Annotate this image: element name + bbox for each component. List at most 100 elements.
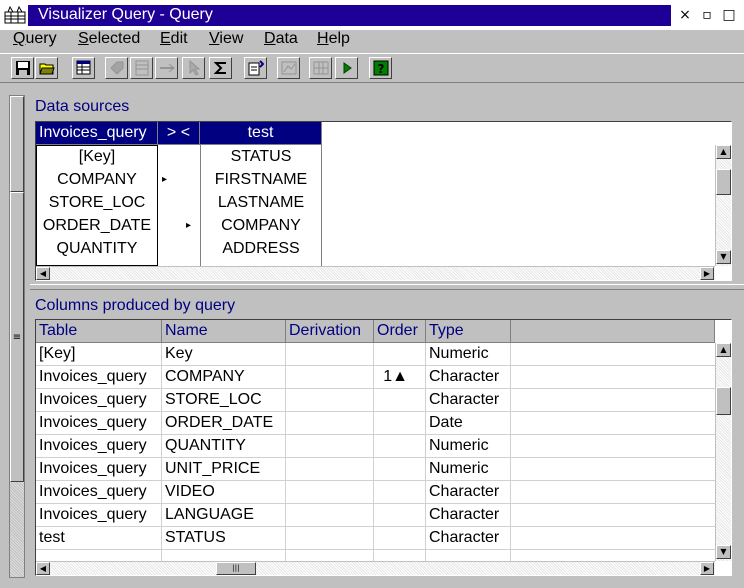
cell-type[interactable]: Numeric bbox=[426, 343, 511, 365]
save-button[interactable] bbox=[11, 57, 34, 79]
chart-button[interactable] bbox=[277, 57, 300, 79]
right-table-field[interactable]: LASTNAME bbox=[201, 192, 321, 214]
right-table-field[interactable]: FIRSTNAME bbox=[201, 169, 321, 191]
cell-name[interactable]: STATUS bbox=[162, 527, 286, 549]
run-button[interactable] bbox=[335, 57, 358, 79]
scroll-thumb[interactable] bbox=[716, 387, 731, 415]
cell-type[interactable]: Character bbox=[426, 389, 511, 411]
data-sources-hscroll[interactable]: ◀ ▶ bbox=[36, 266, 715, 280]
right-table-field[interactable]: COMPANY bbox=[201, 215, 321, 237]
left-table-field[interactable]: QUANTITY bbox=[37, 238, 157, 260]
columns-vscroll[interactable]: ▲ ▼ bbox=[715, 343, 731, 561]
table-row[interactable]: Invoices_query STORE_LOC Character bbox=[36, 389, 715, 412]
cell-table[interactable]: Invoices_query bbox=[36, 366, 162, 388]
table-row[interactable]: Invoices_query ORDER_DATE Date bbox=[36, 412, 715, 435]
column-header-type[interactable]: Type bbox=[426, 320, 511, 343]
join-marker-icon[interactable]: ▸ bbox=[186, 215, 191, 237]
cell-table[interactable]: Invoices_query bbox=[36, 504, 162, 526]
scroll-right-arrow-icon[interactable]: ▶ bbox=[700, 267, 714, 280]
menu-selected[interactable]: Selected bbox=[78, 30, 140, 53]
cell-type[interactable]: Character bbox=[426, 481, 511, 503]
delete-table-button[interactable] bbox=[130, 57, 153, 79]
cell-table[interactable]: Invoices_query bbox=[36, 389, 162, 411]
table-row[interactable]: test STATUS Character bbox=[36, 527, 715, 550]
right-table-header[interactable]: test bbox=[200, 122, 322, 145]
help-button[interactable]: ? bbox=[369, 57, 392, 79]
data-sources-vscroll[interactable]: ▲ ▼ bbox=[715, 145, 731, 266]
cell-type[interactable]: Numeric bbox=[426, 458, 511, 480]
cell-type[interactable]: Character bbox=[426, 366, 511, 388]
left-vertical-scrollbar[interactable]: ≡ bbox=[9, 95, 25, 578]
left-table-field[interactable]: ORDER_DATE bbox=[37, 215, 157, 237]
cell-table[interactable]: Invoices_query bbox=[36, 412, 162, 434]
scroll-right-arrow-icon[interactable]: ▶ bbox=[700, 562, 714, 575]
join-marker-icon[interactable]: ▸ bbox=[162, 169, 167, 191]
cell-name[interactable]: QUANTITY bbox=[162, 435, 286, 457]
right-table-field[interactable]: ADDRESS bbox=[201, 238, 321, 260]
scroll-down-arrow-icon[interactable]: ▼ bbox=[716, 250, 731, 264]
maximize-button[interactable]: □ bbox=[719, 5, 739, 25]
column-header-derivation[interactable]: Derivation bbox=[286, 320, 374, 343]
menu-edit[interactable]: Edit bbox=[160, 30, 188, 53]
cell-type[interactable]: Date bbox=[426, 412, 511, 434]
tag-button[interactable] bbox=[105, 57, 128, 79]
table-row[interactable]: Invoices_query QUANTITY Numeric bbox=[36, 435, 715, 458]
menu-help[interactable]: Help bbox=[317, 30, 350, 53]
table-select-button[interactable] bbox=[72, 57, 95, 79]
grid-button[interactable] bbox=[309, 57, 332, 79]
splitter-grip[interactable]: ≡ bbox=[10, 192, 24, 482]
link-button[interactable] bbox=[155, 57, 178, 79]
scroll-thumb[interactable] bbox=[716, 169, 731, 195]
cell-name[interactable]: STORE_LOC bbox=[162, 389, 286, 411]
close-button[interactable]: × bbox=[675, 5, 695, 25]
sum-button[interactable] bbox=[209, 57, 232, 79]
column-header-table[interactable]: Table bbox=[36, 320, 162, 343]
right-table-field[interactable]: STATUS bbox=[201, 146, 321, 168]
left-table-header[interactable]: Invoices_query bbox=[36, 122, 158, 145]
cell-type[interactable]: Numeric bbox=[426, 435, 511, 457]
scroll-up-arrow-icon[interactable]: ▲ bbox=[716, 343, 731, 357]
insert-column-button[interactable] bbox=[244, 57, 267, 79]
left-table-field[interactable]: [Key] bbox=[37, 146, 157, 168]
scroll-down-arrow-icon[interactable]: ▼ bbox=[716, 545, 731, 559]
cell-name[interactable]: UNIT_PRICE bbox=[162, 458, 286, 480]
cell-name[interactable]: Key bbox=[162, 343, 286, 365]
scroll-up-arrow-icon[interactable]: ▲ bbox=[716, 145, 731, 159]
hscroll-thumb[interactable]: ||| bbox=[216, 562, 256, 575]
pane-splitter[interactable] bbox=[30, 284, 744, 290]
cell-name[interactable]: COMPANY bbox=[162, 366, 286, 388]
scroll-left-arrow-icon[interactable]: ◀ bbox=[36, 562, 50, 575]
cell-table[interactable]: Invoices_query bbox=[36, 481, 162, 503]
pointer-button[interactable] bbox=[182, 57, 205, 79]
restore-button[interactable]: ▫ bbox=[697, 5, 717, 25]
column-header-name[interactable]: Name bbox=[162, 320, 286, 343]
table-row[interactable]: Invoices_query LANGUAGE Character bbox=[36, 504, 715, 527]
open-button[interactable] bbox=[35, 57, 58, 79]
cell-type[interactable]: Character bbox=[426, 504, 511, 526]
cell-table[interactable]: test bbox=[36, 527, 162, 549]
cell-name[interactable]: ORDER_DATE bbox=[162, 412, 286, 434]
scroll-thumb-top[interactable] bbox=[10, 96, 24, 192]
table-row[interactable]: [Key] Key Numeric bbox=[36, 343, 715, 366]
cell-name[interactable]: VIDEO bbox=[162, 481, 286, 503]
app-icon[interactable] bbox=[4, 5, 26, 24]
cell-table[interactable]: Invoices_query bbox=[36, 458, 162, 480]
table-row[interactable]: Invoices_query VIDEO Character bbox=[36, 481, 715, 504]
cell-name[interactable]: LANGUAGE bbox=[162, 504, 286, 526]
cell-type[interactable]: Character bbox=[426, 527, 511, 549]
table-row[interactable]: Invoices_query COMPANY 1▲ Character bbox=[36, 366, 715, 389]
table-row[interactable]: Invoices_query UNIT_PRICE Numeric bbox=[36, 458, 715, 481]
menu-view[interactable]: View bbox=[209, 30, 243, 53]
scroll-left-arrow-icon[interactable]: ◀ bbox=[36, 267, 50, 280]
cell-table[interactable]: [Key] bbox=[36, 343, 162, 365]
menu-query[interactable]: Query bbox=[13, 30, 57, 53]
cell-table[interactable]: Invoices_query bbox=[36, 435, 162, 457]
join-header[interactable]: > < bbox=[158, 122, 200, 145]
left-table-field[interactable]: STORE_LOC bbox=[37, 192, 157, 214]
open-folder-icon bbox=[39, 63, 55, 75]
cell-order[interactable]: 1▲ bbox=[374, 366, 426, 388]
left-table-field[interactable]: COMPANY bbox=[37, 169, 157, 191]
columns-hscroll[interactable]: ◀ ||| ▶ bbox=[36, 561, 715, 575]
column-header-order[interactable]: Order bbox=[374, 320, 426, 343]
menu-data[interactable]: Data bbox=[264, 30, 298, 53]
